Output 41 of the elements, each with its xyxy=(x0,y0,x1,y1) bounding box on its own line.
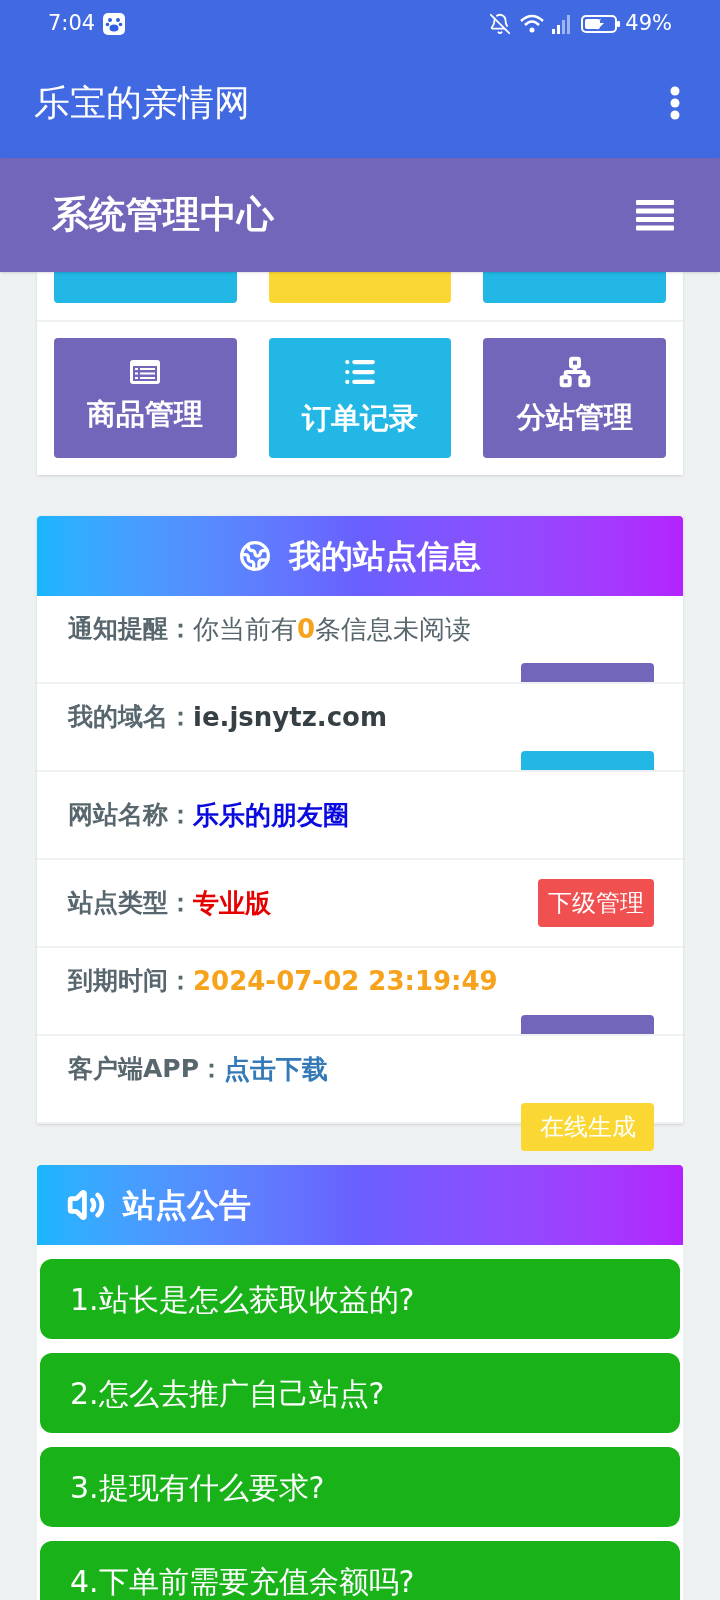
battery-icon xyxy=(581,13,622,35)
info-label: 通知提醒： xyxy=(68,613,193,646)
action-button[interactable]: 在线生成 xyxy=(521,1103,654,1151)
shortcut-button[interactable] xyxy=(268,271,452,303)
globe-icon xyxy=(239,540,271,572)
info-value: 2024-07-02 23:19:49 xyxy=(193,964,499,998)
paw-app-icon xyxy=(103,13,126,35)
info-label: 站点类型： xyxy=(68,887,193,920)
info-value: 你当前有0条信息未阅读 xyxy=(193,612,473,646)
notice-item[interactable]: 4.下单前需要充值余额吗? xyxy=(40,1541,680,1600)
clock: 7:04 xyxy=(48,10,96,38)
notice-item[interactable]: 3.提现有什么要求? xyxy=(40,1447,680,1527)
info-value: 专业版 xyxy=(193,886,272,920)
info-label: 客户端APP： xyxy=(68,1053,224,1086)
more-vertical-icon xyxy=(670,86,680,120)
card-title: 站点公告 xyxy=(123,1185,251,1226)
id-card-icon xyxy=(129,359,162,386)
card-title: 我的站点信息 xyxy=(289,536,481,577)
bell-off-icon xyxy=(489,13,512,35)
more-options-button[interactable] xyxy=(670,86,680,120)
menu-icon xyxy=(636,199,674,231)
sitemap-icon xyxy=(558,356,591,389)
info-value: 点击下载 xyxy=(224,1052,329,1086)
info-label: 网站名称： xyxy=(68,799,193,832)
shortcut-button[interactable]: 商品管理 xyxy=(54,338,237,458)
info-value: 乐乐的朋友圈 xyxy=(193,798,350,832)
header-title: 系统管理中心 xyxy=(52,192,275,239)
battery-percent: 49% xyxy=(625,10,672,38)
menu-button[interactable] xyxy=(636,199,674,231)
wifi-icon xyxy=(519,13,546,35)
shortcut-button[interactable]: 订单记录 xyxy=(268,338,452,458)
notice-item[interactable]: 2.怎么去推广自己站点? xyxy=(40,1353,680,1433)
app-title: 乐宝的亲情网 xyxy=(34,81,251,125)
info-label: 到期时间： xyxy=(68,965,193,998)
info-label: 我的域名： xyxy=(68,701,193,734)
shortcut-button[interactable] xyxy=(54,271,237,303)
info-value: ie.jsnytz.com xyxy=(193,700,389,734)
shortcut-button[interactable]: 分站管理 xyxy=(483,338,666,458)
action-button[interactable]: 下级管理 xyxy=(538,879,654,927)
notice-item[interactable]: 1.站长是怎么获取收益的? xyxy=(40,1259,680,1339)
shortcut-button[interactable] xyxy=(483,271,666,303)
